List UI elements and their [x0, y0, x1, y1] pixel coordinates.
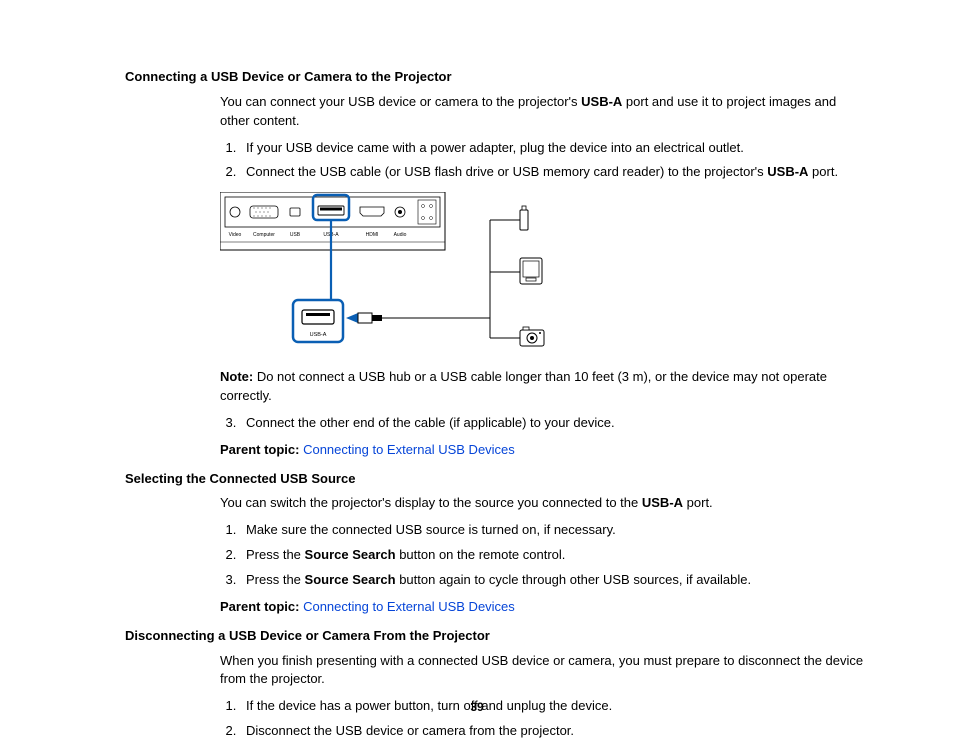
text: You can switch the projector's display t…: [220, 495, 642, 510]
text: button on the remote control.: [396, 547, 566, 562]
callout-label: USB-A: [310, 332, 327, 338]
note-label: Note:: [220, 369, 253, 384]
port-label-video: Video: [229, 232, 242, 238]
bold-usb-a: USB-A: [581, 94, 622, 109]
heading-disconnecting: Disconnecting a USB Device or Camera Fro…: [125, 627, 864, 646]
text: You can connect your USB device or camer…: [220, 94, 581, 109]
connecting-step-2: Connect the USB cable (or USB flash driv…: [240, 163, 864, 182]
selecting-step-2: Press the Source Search button on the re…: [240, 546, 864, 565]
bold-source-search: Source Search: [305, 572, 396, 587]
bold-usb-a: USB-A: [642, 495, 683, 510]
connecting-step-3: Connect the other end of the cable (if a…: [240, 414, 864, 433]
note-text: Do not connect a USB hub or a USB cable …: [220, 369, 827, 403]
selecting-intro: You can switch the projector's display t…: [220, 494, 864, 513]
page-number: 39: [0, 699, 954, 716]
parent-label: Parent topic:: [220, 599, 303, 614]
connection-diagram: Video Computer USB USB-A HDMI Audio USB-…: [220, 192, 864, 352]
text: Connect the USB cable (or USB flash driv…: [246, 164, 767, 179]
port-label-audio: Audio: [394, 232, 407, 238]
bold-usb-a: USB-A: [767, 164, 808, 179]
connecting-step-1: If your USB device came with a power ada…: [240, 139, 864, 158]
disconnecting-intro: When you finish presenting with a connec…: [220, 652, 864, 690]
parent-link-selecting[interactable]: Connecting to External USB Devices: [303, 599, 515, 614]
parent-link-connecting[interactable]: Connecting to External USB Devices: [303, 442, 515, 457]
selecting-steps: Make sure the connected USB source is tu…: [240, 521, 864, 590]
connecting-intro: You can connect your USB device or camer…: [220, 93, 864, 131]
parent-label: Parent topic:: [220, 442, 303, 457]
parent-topic-selecting: Parent topic: Connecting to External USB…: [220, 598, 864, 617]
text: Press the: [246, 547, 305, 562]
port-label-computer: Computer: [253, 232, 275, 238]
heading-selecting: Selecting the Connected USB Source: [125, 470, 864, 489]
heading-connecting: Connecting a USB Device or Camera to the…: [125, 68, 864, 87]
text: port.: [683, 495, 713, 510]
disconnecting-step-2: Disconnect the USB device or camera from…: [240, 722, 864, 741]
bold-source-search: Source Search: [305, 547, 396, 562]
text: Press the: [246, 572, 305, 587]
port-label-usb: USB: [290, 232, 301, 238]
parent-topic-connecting: Parent topic: Connecting to External USB…: [220, 441, 864, 460]
text: button again to cycle through other USB …: [396, 572, 752, 587]
connecting-note: Note: Do not connect a USB hub or a USB …: [220, 368, 864, 406]
text: port.: [808, 164, 838, 179]
connecting-steps-1-2: If your USB device came with a power ada…: [240, 139, 864, 183]
connecting-steps-3: Connect the other end of the cable (if a…: [240, 414, 864, 433]
port-label-hdmi: HDMI: [366, 232, 379, 238]
selecting-step-3: Press the Source Search button again to …: [240, 571, 864, 590]
selecting-step-1: Make sure the connected USB source is tu…: [240, 521, 864, 540]
